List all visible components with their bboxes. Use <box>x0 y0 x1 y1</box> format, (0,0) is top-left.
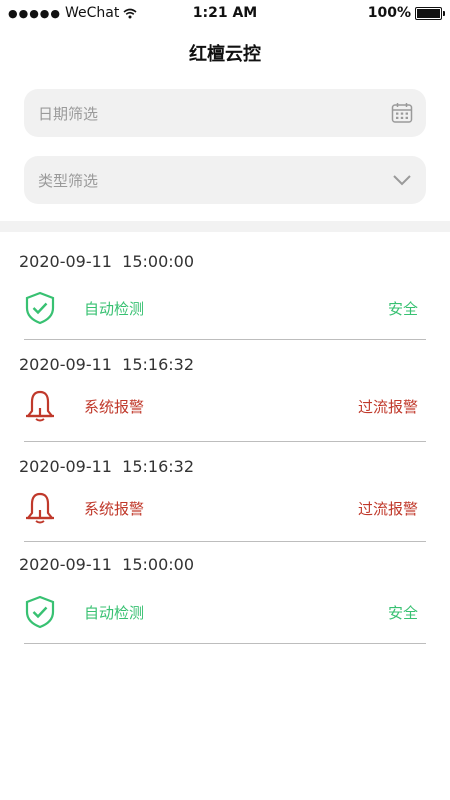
record-divider <box>24 441 426 442</box>
shield-check-icon <box>25 595 55 629</box>
record-timestamp: 2020-09-11 15:16:32 <box>19 457 195 476</box>
record-type: 自动检测 <box>84 300 145 318</box>
record-timestamp: 2020-09-11 15:16:32 <box>19 355 195 374</box>
status-right: 100% <box>367 5 445 21</box>
record-status: 安全 <box>387 300 418 318</box>
type-filter-placeholder: 类型筛选 <box>38 172 99 190</box>
record-type: 系统报警 <box>84 500 145 518</box>
record-divider <box>24 541 426 542</box>
calendar-icon[interactable] <box>390 101 414 125</box>
record-type: 系统报警 <box>84 398 145 416</box>
record-status: 过流报警 <box>357 398 418 416</box>
record-timestamp: 2020-09-11 15:00:00 <box>19 252 195 271</box>
status-bar: ●●●●● WeChat 1:21 AM 100% <box>0 0 450 26</box>
record-divider <box>24 643 426 644</box>
record-divider <box>24 339 426 340</box>
record-status: 过流报警 <box>357 500 418 518</box>
record-type: 自动检测 <box>84 604 145 622</box>
bell-icon <box>26 390 54 422</box>
shield-check-icon <box>25 291 55 325</box>
record-timestamp: 2020-09-11 15:00:00 <box>19 555 195 574</box>
record-status: 安全 <box>387 604 418 622</box>
date-filter[interactable]: 日期筛选 <box>24 89 426 137</box>
page-title: 红檀云控 <box>189 44 261 65</box>
bell-icon <box>26 492 54 524</box>
date-filter-placeholder: 日期筛选 <box>38 105 99 123</box>
chevron-down-icon[interactable] <box>390 168 414 192</box>
battery-icon <box>415 6 445 20</box>
battery-percent: 100% <box>367 5 411 21</box>
type-filter[interactable]: 类型筛选 <box>24 156 426 204</box>
section-divider <box>0 221 450 232</box>
